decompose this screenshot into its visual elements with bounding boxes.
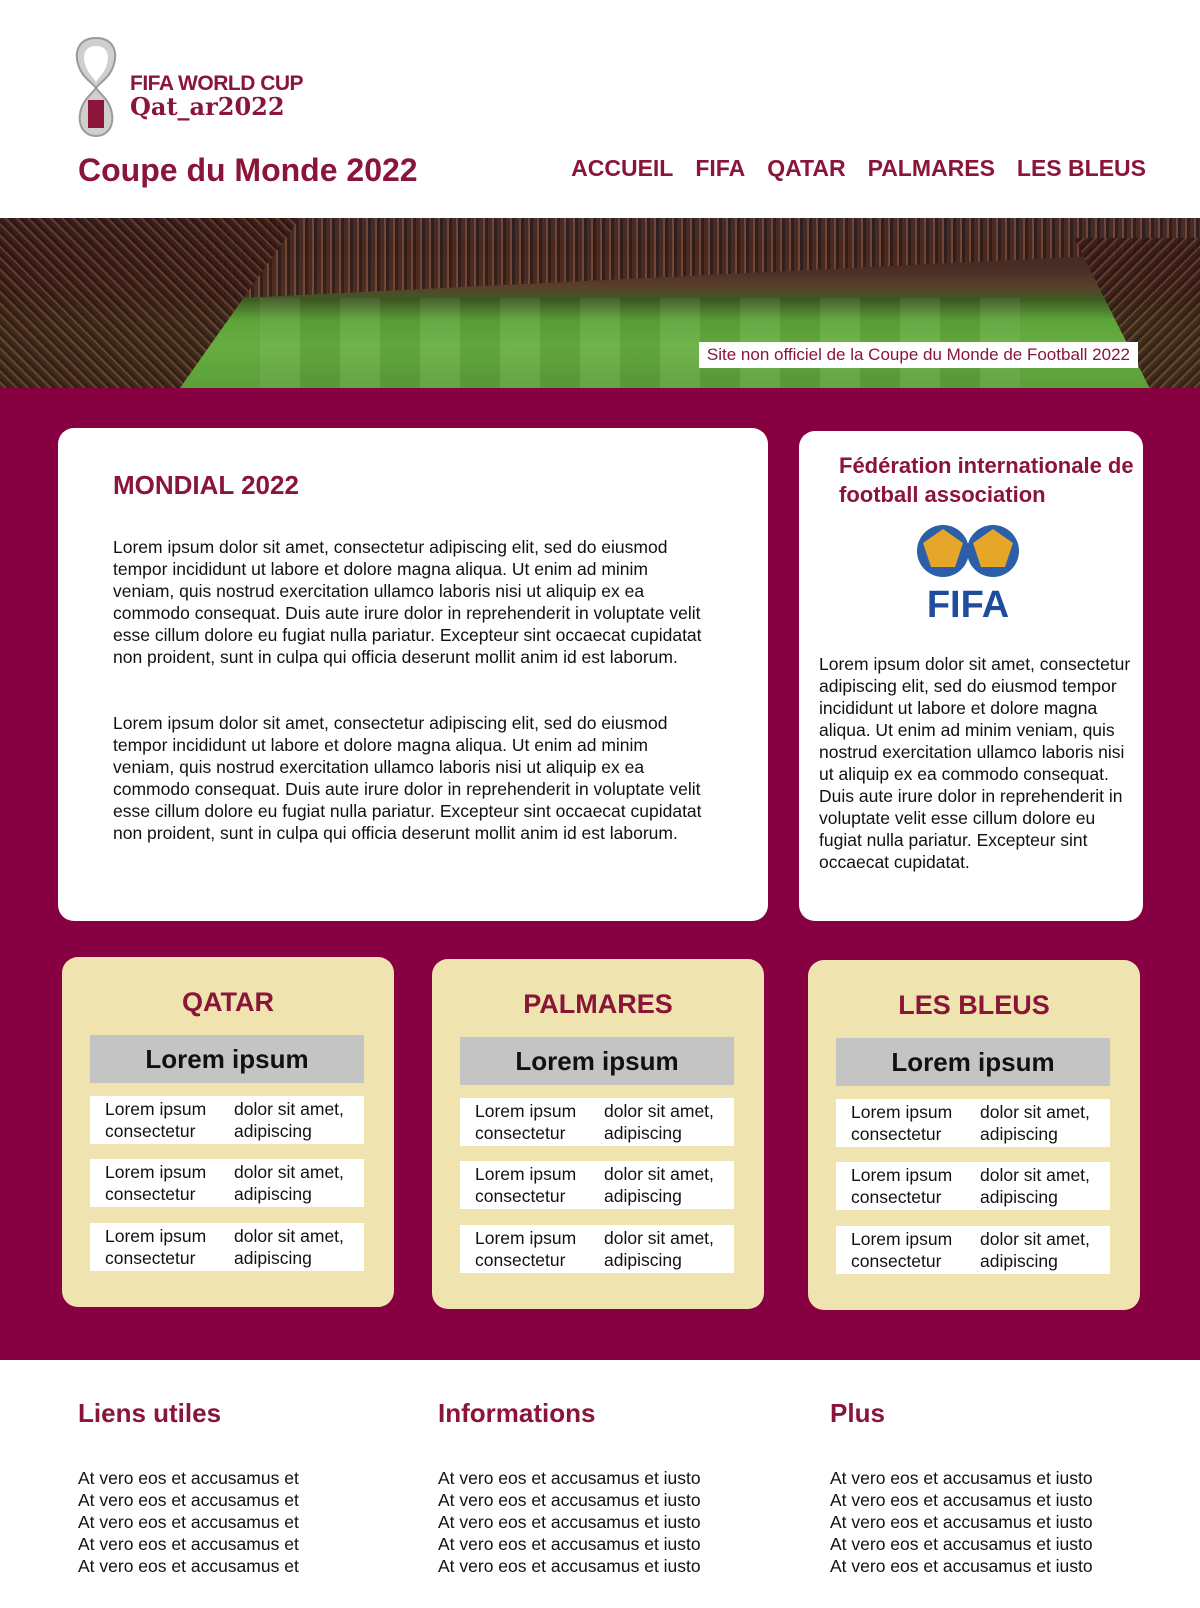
row-cell-right: dolor sit amet, adipiscing	[234, 1226, 344, 1268]
qatar-box-subtitle: Lorem ipsum	[90, 1035, 364, 1083]
site-title: Coupe du Monde 2022	[78, 152, 418, 188]
row-cell-right: dolor sit amet, adipiscing	[604, 1164, 714, 1206]
row-cell-right: dolor sit amet, adipiscing	[604, 1228, 714, 1270]
mondial-paragraph-1: Lorem ipsum dolor sit amet, consectetur …	[113, 537, 702, 667]
footer-column-liens-utiles: Liens utiles At vero eos et accusamus et…	[78, 1398, 299, 1577]
site-header: FIFA WORLD CUP Qat_ar2022 Coupe du Monde…	[0, 0, 1200, 218]
list-item: Lorem ipsum consectetur dolor sit amet, …	[90, 1096, 364, 1144]
row-cell-right: dolor sit amet, adipiscing	[980, 1102, 1090, 1144]
footer-column-title: Plus	[830, 1398, 885, 1428]
fifa-card: Fédération internationale de football as…	[799, 431, 1143, 921]
mondial-card: MONDIAL 2022 Lorem ipsum dolor sit amet,…	[58, 428, 768, 921]
row-cell-left: Lorem ipsum consectetur	[105, 1099, 207, 1141]
qatar-box-title: QATAR	[182, 987, 274, 1017]
main-nav: ACCUEIL FIFA QATAR PALMARES LES BLEUS	[571, 155, 1146, 182]
trophy-emblem-icon	[75, 36, 117, 138]
les-bleus-box: LES BLEUS Lorem ipsum Lorem ipsum consec…	[808, 960, 1140, 1310]
footer-link[interactable]: At vero eos et accusamus et iusto	[830, 1533, 1093, 1555]
list-item: Lorem ipsum consectetur dolor sit amet, …	[460, 1225, 734, 1273]
footer-link[interactable]: At vero eos et accusamus et	[78, 1467, 299, 1489]
mondial-paragraph-2: Lorem ipsum dolor sit amet, consectetur …	[113, 713, 702, 843]
footer-link[interactable]: At vero eos et accusamus et iusto	[438, 1489, 701, 1511]
row-cell-left: Lorem ipsum consectetur	[851, 1165, 953, 1207]
palmares-box-title: PALMARES	[523, 989, 673, 1019]
footer-link[interactable]: At vero eos et accusamus et iusto	[830, 1467, 1093, 1489]
world-cup-logo[interactable]: FIFA WORLD CUP Qat_ar2022	[70, 34, 310, 144]
footer-link[interactable]: At vero eos et accusamus et iusto	[438, 1511, 701, 1533]
palmares-box: PALMARES Lorem ipsum Lorem ipsum consect…	[432, 959, 764, 1309]
logo-subtitle: Qat_ar2022	[130, 92, 285, 121]
banner-caption: Site non officiel de la Coupe du Monde d…	[698, 342, 1138, 368]
footer-link[interactable]: At vero eos et accusamus et iusto	[438, 1467, 701, 1489]
fifa-card-title: Fédération internationale de football as…	[839, 453, 1134, 507]
footer-link[interactable]: At vero eos et accusamus et iusto	[438, 1533, 701, 1555]
footer-column-title: Informations	[438, 1398, 596, 1428]
fifa-logo-text: FIFA	[927, 584, 1009, 623]
row-cell-left: Lorem ipsum consectetur	[475, 1228, 577, 1270]
footer-link[interactable]: At vero eos et accusamus et	[78, 1533, 299, 1555]
list-item: Lorem ipsum consectetur dolor sit amet, …	[90, 1159, 364, 1207]
row-cell-left: Lorem ipsum consectetur	[105, 1162, 207, 1204]
list-item: Lorem ipsum consectetur dolor sit amet, …	[460, 1161, 734, 1209]
footer-column-title: Liens utiles	[78, 1398, 222, 1428]
row-cell-left: Lorem ipsum consectetur	[105, 1226, 207, 1268]
row-cell-right: dolor sit amet, adipiscing	[234, 1099, 344, 1141]
palmares-box-subtitle: Lorem ipsum	[460, 1037, 734, 1085]
footer-link[interactable]: At vero eos et accusamus et iusto	[830, 1511, 1093, 1533]
row-cell-left: Lorem ipsum consectetur	[475, 1101, 577, 1143]
footer-link[interactable]: At vero eos et accusamus et	[78, 1555, 299, 1577]
footer-link[interactable]: At vero eos et accusamus et iusto	[830, 1489, 1093, 1511]
banner-crowd-top	[200, 218, 1200, 300]
row-cell-right: dolor sit amet, adipiscing	[234, 1162, 344, 1204]
row-cell-left: Lorem ipsum consectetur	[475, 1164, 577, 1206]
list-item: Lorem ipsum consectetur dolor sit amet, …	[836, 1099, 1110, 1147]
row-cell-left: Lorem ipsum consectetur	[851, 1102, 953, 1144]
fifa-card-body: Lorem ipsum dolor sit amet, consectetur …	[819, 654, 1131, 872]
mondial-title: MONDIAL 2022	[113, 470, 299, 500]
les-bleus-box-title: LES BLEUS	[898, 990, 1050, 1020]
list-item: Lorem ipsum consectetur dolor sit amet, …	[90, 1223, 364, 1271]
row-cell-left: Lorem ipsum consectetur	[851, 1229, 953, 1271]
footer-column-informations: Informations At vero eos et accusamus et…	[438, 1398, 701, 1577]
nav-qatar[interactable]: QATAR	[767, 155, 845, 182]
qatar-box: QATAR Lorem ipsum Lorem ipsum consectetu…	[62, 957, 394, 1307]
nav-les-bleus[interactable]: LES BLEUS	[1017, 155, 1146, 182]
footer-link[interactable]: At vero eos et accusamus et iusto	[830, 1555, 1093, 1577]
footer-link[interactable]: At vero eos et accusamus et iusto	[438, 1555, 701, 1577]
footer-link[interactable]: At vero eos et accusamus et	[78, 1489, 299, 1511]
list-item: Lorem ipsum consectetur dolor sit amet, …	[460, 1098, 734, 1146]
fifa-logo-icon: FIFA	[917, 525, 1019, 623]
row-cell-right: dolor sit amet, adipiscing	[980, 1165, 1090, 1207]
list-item: Lorem ipsum consectetur dolor sit amet, …	[836, 1226, 1110, 1274]
nav-accueil[interactable]: ACCUEIL	[571, 155, 673, 182]
row-cell-right: dolor sit amet, adipiscing	[980, 1229, 1090, 1271]
row-cell-right: dolor sit amet, adipiscing	[604, 1101, 714, 1143]
list-item: Lorem ipsum consectetur dolor sit amet, …	[836, 1162, 1110, 1210]
les-bleus-box-subtitle: Lorem ipsum	[836, 1038, 1110, 1086]
nav-fifa[interactable]: FIFA	[695, 155, 745, 182]
footer-link[interactable]: At vero eos et accusamus et	[78, 1511, 299, 1533]
nav-palmares[interactable]: PALMARES	[868, 155, 995, 182]
banner-crowd-left	[0, 218, 300, 388]
footer-column-plus: Plus At vero eos et accusamus et iusto A…	[830, 1398, 1093, 1577]
